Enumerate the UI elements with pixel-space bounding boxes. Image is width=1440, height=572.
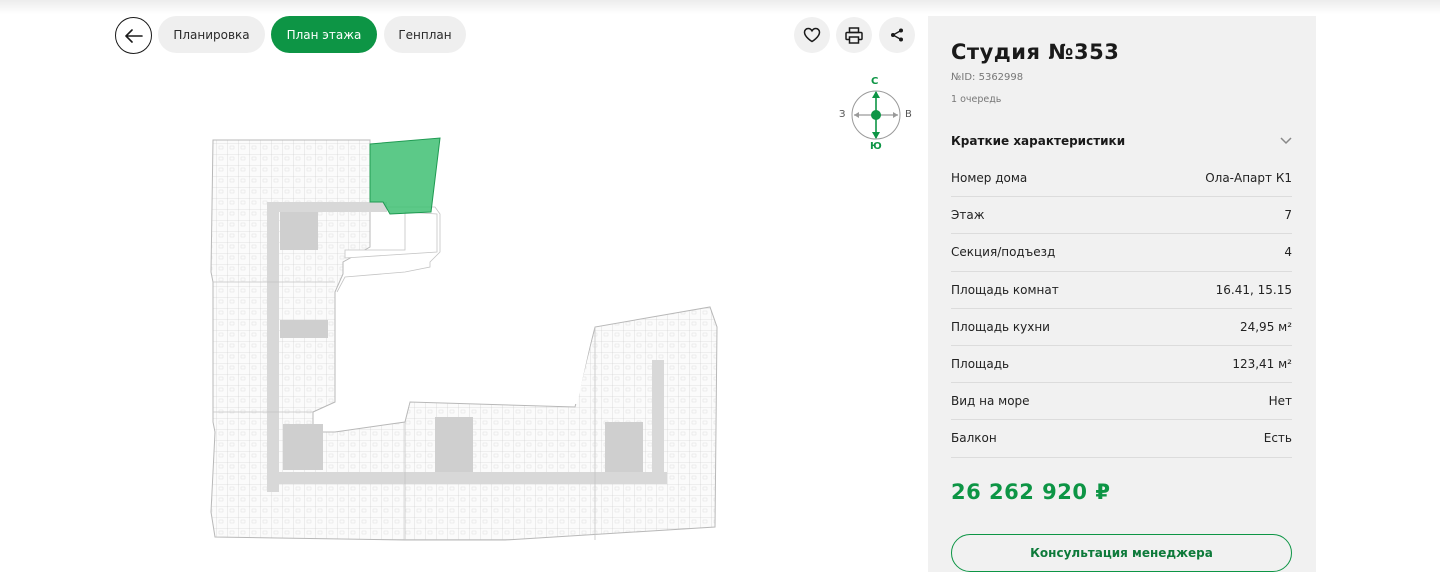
spec-row: Площадь 123,41 м² <box>951 346 1292 384</box>
print-button[interactable] <box>836 17 872 53</box>
spec-row: Вид на море Нет <box>951 383 1292 421</box>
apartment-queue: 1 очередь <box>951 94 1002 105</box>
spec-label: Площадь <box>951 357 1010 372</box>
floor-plan[interactable] <box>205 132 725 550</box>
spec-value: Нет <box>1268 394 1292 409</box>
spec-label: Площадь кухни <box>951 319 1050 334</box>
apartment-info-panel: Студия №353 №ID: 5362998 1 очередь Кратк… <box>928 16 1316 572</box>
apartment-id: №ID: 5362998 <box>951 72 1024 83</box>
spec-value: 7 <box>1284 208 1292 223</box>
specs-table: Номер дома Ола-Апарт К1 Этаж 7 Секция/по… <box>951 160 1292 458</box>
header-shadow <box>0 0 1440 14</box>
spec-value: Есть <box>1263 431 1292 446</box>
spec-value: 16.41, 15.15 <box>1215 282 1292 297</box>
spec-label: Балкон <box>951 431 997 446</box>
spec-row: Балкон Есть <box>951 420 1292 458</box>
compass: С З В Ю <box>836 76 916 154</box>
specs-section-toggle[interactable]: Краткие характеристики <box>951 134 1292 148</box>
compass-rose-icon <box>851 90 901 140</box>
tab-genplan[interactable]: Генплан <box>384 16 466 53</box>
spec-row: Площадь комнат 16.41, 15.15 <box>951 272 1292 309</box>
spec-row: Площадь кухни 24,95 м² <box>951 309 1292 346</box>
arrow-left-icon <box>124 28 143 43</box>
back-button[interactable] <box>115 17 152 54</box>
heart-icon <box>803 27 821 43</box>
spec-label: Секция/подъезд <box>951 245 1056 260</box>
share-icon <box>891 28 903 42</box>
spec-value: Ола-Апарт К1 <box>1205 171 1292 186</box>
tab-plan-etazha[interactable]: План этажа <box>271 16 377 53</box>
spec-row: Номер дома Ола-Апарт К1 <box>951 160 1292 198</box>
spec-label: Вид на море <box>951 394 1030 409</box>
apartment-title: Студия №353 <box>951 40 1120 64</box>
favorite-button[interactable] <box>794 17 830 53</box>
tab-planirovka[interactable]: Планировка <box>158 16 265 53</box>
share-button[interactable] <box>879 17 915 53</box>
specs-section-title: Краткие характеристики <box>951 134 1126 148</box>
spec-label: Площадь комнат <box>951 282 1059 297</box>
spec-row: Секция/подъезд 4 <box>951 234 1292 272</box>
printer-icon <box>845 26 863 44</box>
chevron-down-icon <box>1280 137 1292 145</box>
spec-value: 24,95 м² <box>1239 319 1292 334</box>
spec-value: 4 <box>1284 245 1292 260</box>
consultation-button[interactable]: Консультация менеджера <box>951 534 1292 572</box>
spec-label: Этаж <box>951 208 985 223</box>
spec-value: 123,41 м² <box>1232 357 1292 372</box>
apartment-price: 26 262 920 ₽ <box>951 480 1111 504</box>
spec-label: Номер дома <box>951 171 1028 186</box>
spec-row: Этаж 7 <box>951 197 1292 235</box>
